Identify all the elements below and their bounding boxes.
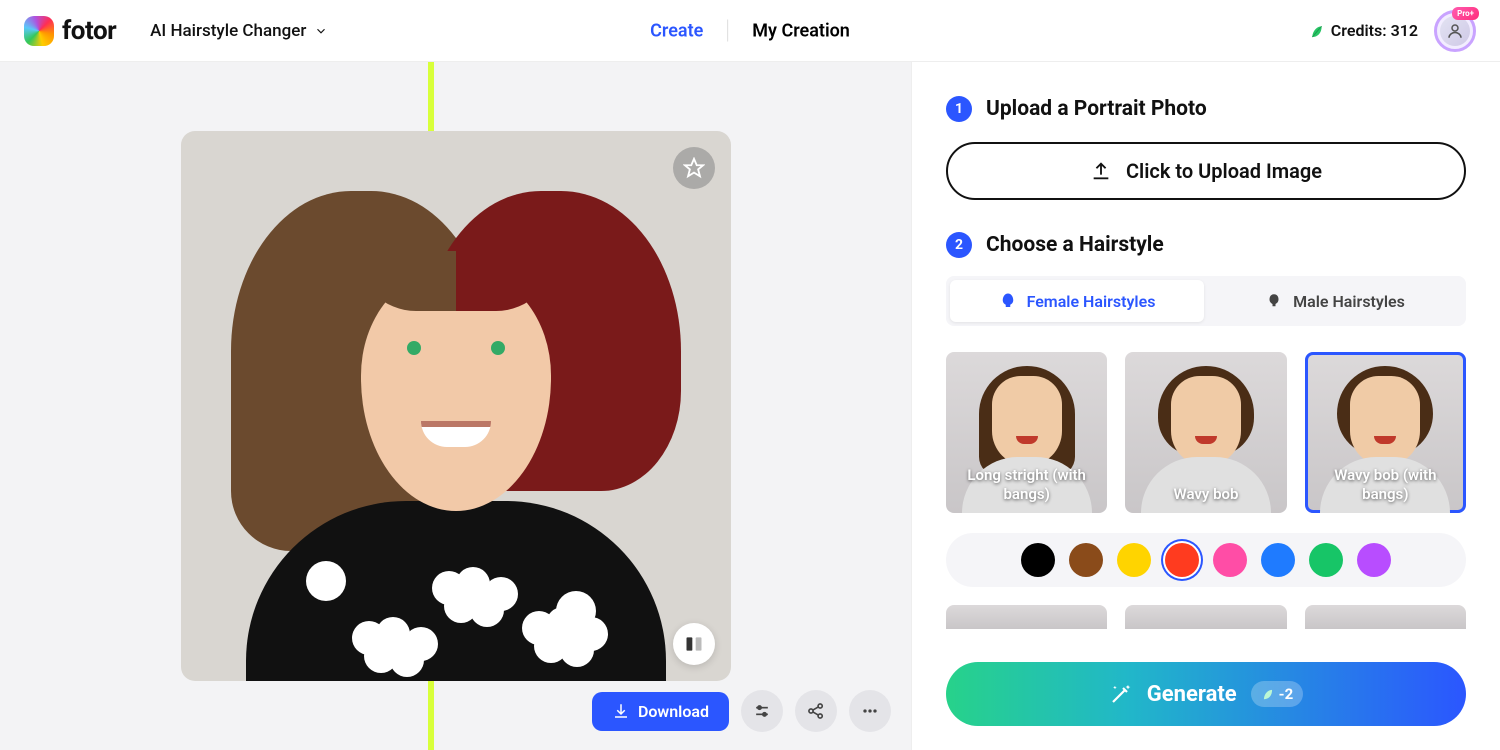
generate-cost-pill: -2 bbox=[1251, 681, 1304, 707]
user-avatar[interactable]: Pro+ bbox=[1434, 10, 1476, 52]
step-2: 2 Choose a Hairstyle bbox=[946, 232, 1466, 258]
header-right: Credits: 312 Pro+ bbox=[1309, 10, 1476, 52]
settings-panel: 1 Upload a Portrait Photo Click to Uploa… bbox=[912, 62, 1500, 750]
share-button[interactable] bbox=[795, 690, 837, 732]
hairstyle-grid: Long stright (with bangs) Wavy bob Wavy … bbox=[946, 352, 1466, 513]
step-title: Upload a Portrait Photo bbox=[986, 97, 1207, 121]
hairstyle-card[interactable]: Wavy bob bbox=[1125, 352, 1286, 513]
hairstyle-card[interactable]: Wavy bob (with bangs) bbox=[1305, 352, 1466, 513]
color-swatch[interactable] bbox=[1213, 543, 1247, 577]
more-button[interactable] bbox=[849, 690, 891, 732]
tool-dropdown[interactable]: AI Hairstyle Changer bbox=[150, 21, 328, 41]
hairstyle-grid-peek bbox=[946, 605, 1466, 629]
nav-create[interactable]: Create bbox=[626, 12, 727, 49]
color-swatch[interactable] bbox=[1357, 543, 1391, 577]
download-label: Download bbox=[638, 702, 709, 721]
generate-section: Generate -2 bbox=[946, 646, 1466, 750]
color-swatch[interactable] bbox=[1117, 543, 1151, 577]
upload-button[interactable]: Click to Upload Image bbox=[946, 142, 1466, 200]
share-icon bbox=[806, 701, 826, 721]
color-swatch[interactable] bbox=[1021, 543, 1055, 577]
step-number: 1 bbox=[946, 96, 972, 122]
tab-female-label: Female Hairstyles bbox=[1027, 292, 1156, 311]
logo-mark-icon bbox=[24, 16, 54, 46]
sliders-icon bbox=[752, 701, 772, 721]
tab-female[interactable]: Female Hairstyles bbox=[950, 280, 1204, 322]
generate-label: Generate bbox=[1147, 682, 1237, 707]
canvas-actions: Download bbox=[592, 690, 891, 732]
center-nav: Create My Creation bbox=[626, 12, 874, 49]
star-icon bbox=[683, 157, 705, 179]
pro-badge: Pro+ bbox=[1452, 7, 1479, 20]
brand-logo[interactable]: fotor bbox=[24, 16, 116, 46]
hairstyle-card[interactable] bbox=[946, 605, 1107, 629]
compare-icon bbox=[684, 634, 704, 654]
hairstyle-label: Long stright (with bangs) bbox=[954, 466, 1099, 504]
generate-cost: -2 bbox=[1279, 685, 1294, 703]
favorite-button[interactable] bbox=[673, 147, 715, 189]
nav-my-creation[interactable]: My Creation bbox=[728, 12, 874, 49]
magic-wand-icon bbox=[1109, 682, 1133, 706]
more-icon bbox=[860, 701, 880, 721]
credits-display[interactable]: Credits: 312 bbox=[1309, 21, 1418, 40]
user-icon bbox=[1446, 22, 1464, 40]
generate-button[interactable]: Generate -2 bbox=[946, 662, 1466, 726]
color-swatch[interactable] bbox=[1165, 543, 1199, 577]
gender-tabs: Female Hairstyles Male Hairstyles bbox=[946, 276, 1466, 326]
download-icon bbox=[612, 702, 630, 720]
upload-icon bbox=[1090, 160, 1112, 182]
logo-text: fotor bbox=[62, 16, 116, 46]
chevron-down-icon bbox=[314, 24, 328, 38]
app-header: fotor AI Hairstyle Changer Create My Cre… bbox=[0, 0, 1500, 62]
step-1: 1 Upload a Portrait Photo bbox=[946, 96, 1466, 122]
color-swatch[interactable] bbox=[1069, 543, 1103, 577]
male-icon bbox=[1265, 292, 1283, 310]
canvas-area: Download bbox=[0, 62, 912, 750]
leaf-icon bbox=[1261, 687, 1275, 701]
upload-label: Click to Upload Image bbox=[1126, 159, 1322, 183]
image-preview bbox=[181, 131, 731, 681]
adjust-button[interactable] bbox=[741, 690, 783, 732]
hairstyle-card[interactable] bbox=[1125, 605, 1286, 629]
hairstyle-label: Wavy bob (with bangs) bbox=[1313, 466, 1458, 504]
tool-name: AI Hairstyle Changer bbox=[150, 21, 306, 41]
leaf-icon bbox=[1309, 23, 1325, 39]
hairstyle-label: Wavy bob bbox=[1133, 485, 1278, 504]
tab-male[interactable]: Male Hairstyles bbox=[1208, 280, 1462, 322]
download-button[interactable]: Download bbox=[592, 692, 729, 731]
step-number: 2 bbox=[946, 232, 972, 258]
color-picker bbox=[946, 533, 1466, 587]
color-swatch[interactable] bbox=[1261, 543, 1295, 577]
credits-text: Credits: 312 bbox=[1331, 21, 1418, 40]
main-area: Download 1 Upload a Portrait Photo Click… bbox=[0, 62, 1500, 750]
hairstyle-card[interactable]: Long stright (with bangs) bbox=[946, 352, 1107, 513]
step-title: Choose a Hairstyle bbox=[986, 233, 1164, 257]
color-swatch[interactable] bbox=[1309, 543, 1343, 577]
compare-toggle-button[interactable] bbox=[673, 623, 715, 665]
hairstyle-card[interactable] bbox=[1305, 605, 1466, 629]
female-icon bbox=[999, 292, 1017, 310]
tab-male-label: Male Hairstyles bbox=[1293, 292, 1405, 311]
